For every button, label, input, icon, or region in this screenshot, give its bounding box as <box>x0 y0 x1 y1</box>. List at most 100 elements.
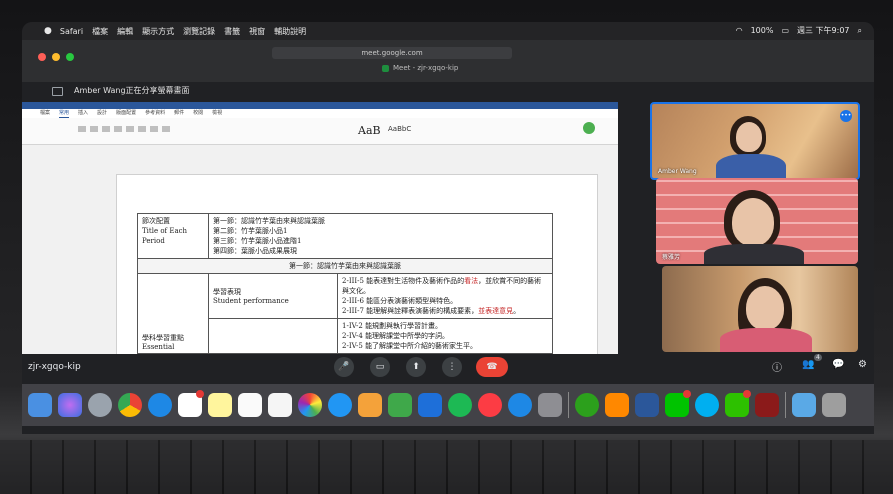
safari-icon[interactable] <box>148 393 172 417</box>
window-controls <box>38 53 74 61</box>
menu-window[interactable]: 視窗 <box>249 26 265 37</box>
align-icon[interactable] <box>162 126 170 132</box>
participant-tile[interactable]: ••• Amber Wang <box>650 102 860 180</box>
ribbon-tab-design[interactable]: 設計 <box>97 109 107 118</box>
ribbon-tab-insert[interactable]: 插入 <box>78 109 88 118</box>
style-title-sample[interactable]: AaBbC <box>388 125 411 133</box>
keynote-icon[interactable] <box>418 393 442 417</box>
pages-icon[interactable] <box>358 393 382 417</box>
finder-icon[interactable] <box>28 393 52 417</box>
tab-title: Meet - zjr-xgqo-kip <box>393 64 459 72</box>
apple-icon[interactable]: ● <box>44 26 52 36</box>
people-icon[interactable]: 👥 <box>802 359 814 370</box>
address-bar[interactable]: meet.google.com <box>272 47 512 59</box>
zoom-window-button[interactable] <box>66 53 74 61</box>
ribbon-tab-home[interactable]: 常用 <box>59 109 70 118</box>
trash-icon[interactable] <box>822 393 846 417</box>
ribbon-tab-mailings[interactable]: 郵件 <box>174 109 184 118</box>
menu-safari[interactable]: Safari <box>60 27 83 36</box>
launchpad-icon[interactable] <box>88 393 112 417</box>
activities-icon[interactable]: ⚙ <box>858 359 867 370</box>
ribbon-tab-layout[interactable]: 版面配置 <box>116 109 136 118</box>
speaking-indicator-icon: ••• <box>840 110 852 122</box>
ribbon-tab-file[interactable]: 檔案 <box>40 109 50 118</box>
qb-icon[interactable] <box>575 393 599 417</box>
indicator-item: 2-III-7 能理解與詮釋表演藝術的構成要素，並表達意見。 <box>342 306 548 316</box>
participant-tile[interactable] <box>662 266 858 352</box>
ribbon-toolbar: AaB AaBbC <box>22 118 618 145</box>
menu-clock[interactable]: 週三 下午9:07 <box>797 25 850 36</box>
menu-history[interactable]: 瀏覽記錄 <box>183 26 215 37</box>
performance-label-zh: 學習表現 <box>213 288 241 296</box>
notes-icon[interactable] <box>208 393 232 417</box>
appstore-icon[interactable] <box>508 393 532 417</box>
ribbon-tabs: 檔案 常用 插入 設計 版面配置 參考資料 郵件 校閱 檢視 <box>22 109 618 118</box>
photos-icon[interactable] <box>298 393 322 417</box>
dock-separator <box>785 392 786 418</box>
reminders-icon[interactable] <box>238 393 262 417</box>
period-item: 第四節：葉脈小品成果展現 <box>213 247 297 255</box>
performance-label-en: Student performance <box>213 297 289 305</box>
mic-button[interactable]: 🎤 <box>334 357 354 377</box>
section-header: 第一節：認識竹芋葉由來與認識葉脈 <box>137 258 553 274</box>
italic-icon[interactable] <box>90 126 98 132</box>
menu-help[interactable]: 輔助說明 <box>274 26 306 37</box>
meeting-info-icon[interactable]: ⓘ <box>772 359 782 374</box>
wifi-icon[interactable]: ◠ <box>736 26 743 35</box>
wechat-icon[interactable] <box>725 390 751 417</box>
flash-icon[interactable] <box>755 393 779 417</box>
indicator-text: 能理解與詮釋表演藝術的構成要素， <box>366 307 479 315</box>
bold-icon[interactable] <box>78 126 86 132</box>
style-heading-sample[interactable]: AaB <box>358 124 381 137</box>
ribbon-tab-references[interactable]: 參考資料 <box>145 109 165 118</box>
present-button[interactable]: ⬆ <box>406 357 426 377</box>
siri-icon[interactable] <box>58 393 82 417</box>
participant-name: Amber Wang <box>658 168 697 175</box>
underline-icon[interactable] <box>102 126 110 132</box>
participant-tile[interactable]: 蔡雅芳 <box>656 178 858 264</box>
numbering-icon[interactable] <box>150 126 158 132</box>
font-color-icon[interactable] <box>114 126 122 132</box>
focus-label-zh: 學科學習重點 <box>142 334 184 342</box>
preview-icon[interactable] <box>268 393 292 417</box>
wechat-badge <box>743 390 751 398</box>
chrome-icon[interactable] <box>118 393 142 417</box>
end-call-button[interactable]: ☎ <box>476 357 508 377</box>
menu-view[interactable]: 顯示方式 <box>142 26 174 37</box>
browser-tab[interactable]: Meet - zjr-xgqo-kip <box>382 64 458 72</box>
calendar-icon[interactable] <box>178 390 204 417</box>
shared-document: 檔案 常用 插入 設計 版面配置 參考資料 郵件 校閱 檢視 AaB AaBbC <box>22 102 618 372</box>
mac-menu-bar: ● Safari 檔案 編輯 顯示方式 瀏覽記錄 書籤 視窗 輔助說明 ◠ 10… <box>22 22 874 40</box>
settings-icon[interactable] <box>538 393 562 417</box>
people-count-badge: 4 <box>814 354 822 361</box>
dictate-icon[interactable] <box>583 122 595 134</box>
messages-icon[interactable] <box>328 393 352 417</box>
vlc-icon[interactable] <box>605 393 629 417</box>
document-page: 節次配置 Title of Each Period 第一節：認識竹芋葉由來與認識… <box>116 174 598 372</box>
indicator-item: 2-III-6 能區分表演藝術類型與特色。 <box>342 296 548 306</box>
ribbon-tab-view[interactable]: 檢視 <box>212 109 222 118</box>
minimize-window-button[interactable] <box>52 53 60 61</box>
chat-icon[interactable]: 💬 <box>832 359 844 370</box>
close-window-button[interactable] <box>38 53 46 61</box>
more-options-button[interactable]: ⋮ <box>442 357 462 377</box>
line-icon[interactable] <box>665 390 691 417</box>
camera-button[interactable]: ▭ <box>370 357 390 377</box>
menu-edit[interactable]: 編輯 <box>117 26 133 37</box>
battery-icon[interactable]: ▭ <box>781 26 789 35</box>
spotify-icon[interactable] <box>448 393 472 417</box>
menu-file[interactable]: 檔案 <box>92 26 108 37</box>
ribbon-tab-review[interactable]: 校閱 <box>193 109 203 118</box>
search-icon[interactable]: ⌕ <box>858 26 862 36</box>
word-icon[interactable] <box>635 393 659 417</box>
bullets-icon[interactable] <box>138 126 146 132</box>
music-icon[interactable] <box>478 393 502 417</box>
highlight-icon[interactable] <box>126 126 134 132</box>
skype-icon[interactable] <box>695 393 719 417</box>
focus-label-en: Essential <box>142 343 175 351</box>
objective-item: 2-IV-4 能理解課堂中所學的字詞。 <box>342 331 548 341</box>
folder-icon[interactable] <box>792 393 816 417</box>
numbers-icon[interactable] <box>388 393 412 417</box>
menu-bookmarks[interactable]: 書籤 <box>224 26 240 37</box>
presenting-banner: Amber Wang正在分享螢幕畫面 <box>22 82 874 100</box>
